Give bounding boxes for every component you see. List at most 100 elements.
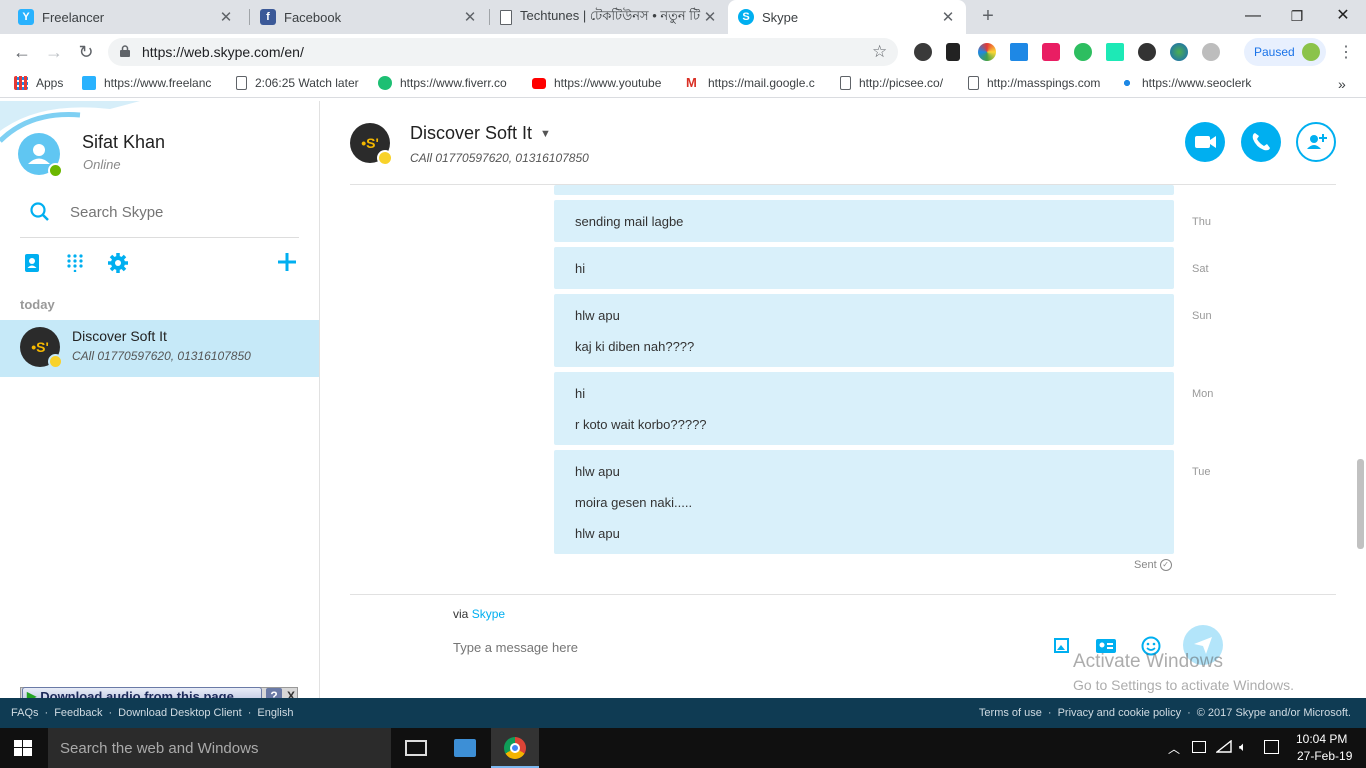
footer-link-privacy[interactable]: Privacy and cookie policy — [1058, 707, 1182, 719]
task-view-icon[interactable] — [405, 740, 427, 756]
online-status-icon — [48, 163, 63, 178]
file-explorer-icon[interactable] — [454, 739, 476, 757]
fiverr-icon — [378, 76, 392, 90]
message-bubble[interactable]: hlw apu moira gesen naki..... hlw apu — [554, 450, 1174, 554]
address-bar[interactable]: https://web.skype.com/en/ ☆ — [108, 38, 898, 66]
profile-paused-button[interactable]: Paused — [1244, 38, 1326, 66]
bookmark-watch-later[interactable]: 2:06:25 Watch later — [236, 76, 359, 90]
close-tab-icon[interactable]: ✕ — [702, 8, 718, 26]
message-bubble[interactable]: hlw apu kaj ki diben nah???? — [554, 294, 1174, 367]
maximize-button[interactable]: ❐ — [1274, 4, 1320, 28]
add-participant-button[interactable] — [1296, 122, 1336, 162]
divider — [20, 237, 299, 238]
via-skype-link[interactable]: Skype — [472, 607, 505, 621]
tab-title: Freelancer — [42, 9, 105, 25]
tab-techtunes[interactable]: Techtunes | টেকটিউনস • নতুন টি ✕ — [490, 0, 728, 34]
tab-skype[interactable]: S Skype ✕ — [728, 0, 966, 34]
tab-freelancer[interactable]: Y Freelancer ✕ — [8, 0, 244, 34]
search-input[interactable] — [70, 199, 298, 225]
extension-rocket-icon[interactable] — [1106, 43, 1124, 61]
conversation-subtitle: CAll 01770597620, 01316107850 — [410, 151, 589, 165]
extension-bomb-icon[interactable] — [1138, 43, 1156, 61]
bookmark-label: https://mail.google.c — [708, 76, 815, 90]
scrollbar-thumb[interactable] — [1357, 459, 1364, 549]
conversation-title-dropdown[interactable]: Discover Soft It ▼ — [410, 123, 551, 144]
extension-color-icon[interactable] — [978, 43, 996, 61]
bookmark-apps[interactable]: Apps — [14, 76, 63, 90]
footer-link-feedback[interactable]: Feedback — [54, 707, 102, 719]
tab-title: Facebook — [284, 9, 342, 25]
message-compose-input[interactable] — [453, 637, 1013, 657]
reload-button[interactable]: ↻ — [74, 40, 98, 64]
skype-icon: S — [738, 9, 754, 25]
video-call-button[interactable] — [1185, 122, 1225, 162]
tab-facebook[interactable]: f Facebook ✕ — [250, 0, 488, 34]
footer-link-download-client[interactable]: Download Desktop Client — [118, 707, 242, 719]
network-tray-icon[interactable] — [1192, 741, 1206, 753]
bookmark-label: http://picsee.co/ — [859, 76, 944, 90]
bookmark-label: https://www.fiverr.co — [400, 76, 507, 90]
phone-icon — [1252, 133, 1270, 151]
evernote-icon[interactable] — [1074, 43, 1092, 61]
extension-m-icon[interactable] — [1042, 43, 1060, 61]
close-tab-icon[interactable]: ✕ — [462, 8, 478, 26]
bookmark-freelancer[interactable]: https://www.freelanc — [82, 76, 218, 90]
chrome-taskbar-button[interactable] — [491, 728, 539, 768]
bookmark-youtube[interactable]: https://www.youtube — [532, 76, 668, 90]
contacts-icon[interactable] — [24, 253, 40, 273]
footer-right-links: Terms of use · Privacy and cookie policy ·… — [978, 707, 1351, 719]
message-bubble[interactable]: sending mail lagbe — [554, 200, 1174, 242]
send-image-icon[interactable] — [1053, 636, 1073, 656]
sent-status: Sent ✓ — [1134, 559, 1172, 571]
action-center-icon[interactable] — [1264, 740, 1279, 754]
add-plus-icon[interactable] — [276, 251, 298, 273]
close-tab-icon[interactable]: ✕ — [940, 8, 956, 26]
bookmark-picsee[interactable]: http://picsee.co/ — [840, 76, 943, 90]
footer-link-terms[interactable]: Terms of use — [979, 707, 1042, 719]
extension-globe-icon[interactable] — [1170, 43, 1188, 61]
footer-link-faqs[interactable]: FAQs — [11, 707, 39, 719]
bookmark-label: http://masspings.com — [987, 76, 1101, 90]
settings-gear-icon[interactable] — [107, 252, 129, 274]
message-bubble[interactable]: hi — [554, 247, 1174, 289]
new-tab-button[interactable]: + — [976, 4, 1000, 28]
bookmark-label: 2:06:25 Watch later — [255, 76, 359, 90]
more-bookmarks-icon[interactable]: » — [1338, 76, 1346, 92]
extension-download-icon[interactable] — [1010, 43, 1028, 61]
windows-start-icon[interactable] — [14, 740, 32, 756]
message-bubble[interactable]: hi r koto wait korbo????? — [554, 372, 1174, 445]
bookmark-masspings[interactable]: http://masspings.com — [968, 76, 1102, 90]
message-text: moira gesen naki..... — [575, 495, 693, 510]
volume-icon[interactable]: 🔈︎ — [1239, 739, 1247, 755]
dialpad-icon[interactable] — [66, 254, 84, 273]
bookmark-seoclerk[interactable]: https://www.seoclerk — [1120, 76, 1256, 90]
forward-button[interactable]: → — [42, 40, 66, 64]
bookmark-star-icon[interactable]: ☆ — [872, 42, 887, 62]
close-window-button[interactable]: ✕ — [1320, 4, 1366, 28]
message-day: Mon — [1192, 388, 1214, 400]
profile-avatar — [1302, 43, 1320, 61]
tray-chevron-icon[interactable]: ︿ — [1168, 740, 1180, 757]
message-text: hi — [575, 386, 586, 401]
taskbar-time[interactable]: 10:04 PM — [1296, 732, 1347, 746]
bookmark-gmail[interactable]: M https://mail.google.c — [686, 76, 822, 90]
taskbar-date[interactable]: 27-Feb-19 — [1297, 749, 1352, 763]
browser-menu-icon[interactable]: ⋮ — [1338, 42, 1354, 62]
close-tab-icon[interactable]: ✕ — [218, 8, 234, 26]
windows-taskbar: Search the web and Windows ︿ 🔈︎ 10:04 PM… — [0, 728, 1366, 768]
bookmark-fiverr[interactable]: https://www.fiverr.co — [378, 76, 514, 90]
profile-name[interactable]: Sifat Khan — [82, 132, 165, 153]
back-button[interactable]: ← — [10, 40, 34, 64]
message-text: hlw apu — [575, 464, 620, 479]
taskbar-search-box[interactable]: Search the web and Windows — [48, 728, 391, 768]
activate-windows-subtitle: Go to Settings to activate Windows. — [1073, 677, 1294, 693]
audio-call-button[interactable] — [1241, 122, 1281, 162]
extension-k-icon[interactable] — [914, 43, 932, 61]
extension-gray-globe-icon[interactable] — [1202, 43, 1220, 61]
footer-link-language[interactable]: English — [257, 707, 293, 719]
wifi-icon[interactable] — [1214, 739, 1232, 754]
message-day: Thu — [1192, 216, 1211, 228]
minimize-button[interactable]: — — [1230, 4, 1276, 28]
recent-conversation-item[interactable]: •S' Discover Soft It CAll 01770597620, 0… — [0, 320, 319, 377]
extension-ninja-icon[interactable] — [946, 43, 960, 61]
